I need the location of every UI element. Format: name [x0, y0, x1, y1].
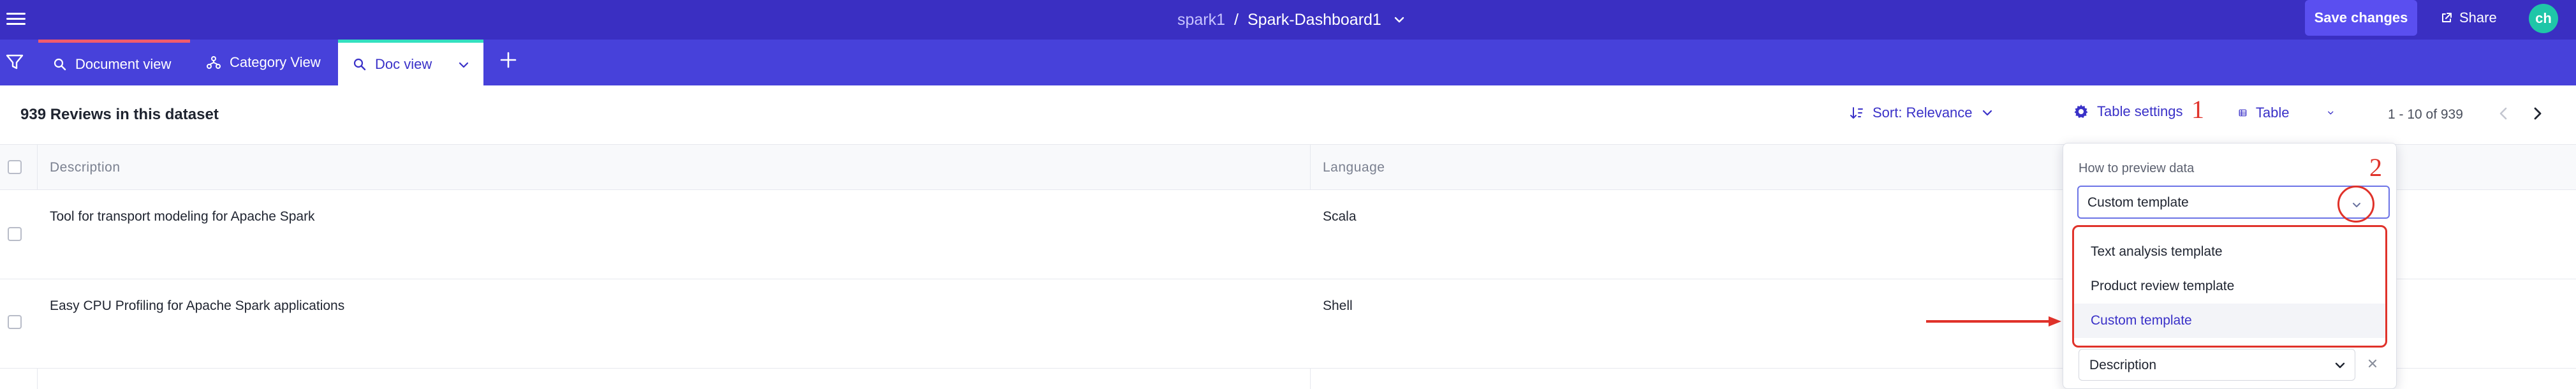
search-icon	[353, 58, 366, 70]
annotation-step-2: 2	[2369, 153, 2382, 182]
filter-icon[interactable]	[5, 52, 24, 71]
save-changes-button[interactable]: Save changes	[2305, 0, 2417, 36]
option-product-review-template[interactable]: Product review template	[2074, 269, 2385, 304]
chevron-down-icon[interactable]	[1393, 13, 1406, 26]
option-text-analysis-template[interactable]: Text analysis template	[2074, 235, 2385, 269]
view-mode-dropdown[interactable]: Table	[2239, 105, 2334, 121]
top-bar: spark1 / Spark-Dashboard1 Save changes S…	[0, 0, 2576, 40]
column-header-language[interactable]: Language	[1323, 160, 1385, 175]
pagination-status: 1 - 10 of 939	[2388, 107, 2463, 122]
tab-bar: Document view Category View Doc view	[0, 40, 2576, 85]
chevron-down-icon	[2335, 362, 2345, 369]
chevron-down-icon	[2328, 111, 2334, 115]
annotation-step-1: 1	[2191, 95, 2204, 124]
chevron-down-icon[interactable]	[458, 59, 469, 71]
cell-description: Easy CPU Profiling for Apache Spark appl…	[50, 298, 345, 313]
chevron-down-icon	[1982, 110, 1992, 116]
table-icon	[2239, 109, 2247, 117]
chevron-down-icon	[2353, 203, 2360, 207]
share-label: Share	[2459, 10, 2497, 26]
field-select-value: Description	[2089, 358, 2157, 372]
cell-language: Shell	[1323, 298, 1353, 313]
close-icon[interactable]	[2366, 356, 2380, 371]
gear-icon	[2074, 105, 2088, 118]
breadcrumb-separator: /	[1234, 10, 1239, 29]
select-all-checkbox[interactable]	[8, 160, 22, 174]
breadcrumb-project[interactable]: spark1	[1177, 11, 1225, 29]
option-custom-template[interactable]: Custom template	[2074, 304, 2385, 338]
hierarchy-icon	[207, 56, 221, 69]
tab-label: Category View	[230, 54, 321, 70]
menu-icon[interactable]	[6, 10, 26, 28]
share-icon	[2442, 13, 2452, 22]
breadcrumb-dashboard[interactable]: Spark-Dashboard1	[1248, 11, 1381, 29]
add-tab-button[interactable]	[497, 51, 519, 73]
sort-dropdown[interactable]: Sort: Relevance	[1850, 105, 1993, 121]
avatar[interactable]: ch	[2529, 4, 2558, 33]
cell-description: Tool for transport modeling for Apache S…	[50, 209, 315, 224]
tab-document-view[interactable]: Document view	[38, 40, 190, 85]
field-select[interactable]: Description	[2079, 349, 2355, 381]
search-icon	[54, 58, 66, 70]
preview-label: How to preview data	[2079, 161, 2195, 175]
tab-category-view[interactable]: Category View	[191, 40, 337, 85]
plus-icon	[500, 52, 517, 68]
table-settings-button[interactable]: Table settings	[2073, 103, 2183, 120]
template-select-toggle[interactable]	[2337, 186, 2374, 223]
annotation-arrow	[1926, 316, 2061, 327]
cell-language: Scala	[1323, 209, 1357, 224]
row-checkbox[interactable]	[8, 315, 22, 329]
sort-icon	[1850, 107, 1863, 119]
tab-doc-view[interactable]: Doc view	[338, 40, 483, 85]
table-settings-popover: How to preview data 2 Custom template Te…	[2063, 143, 2397, 389]
share-button[interactable]: Share	[2440, 6, 2497, 29]
row-checkbox[interactable]	[8, 227, 22, 241]
column-header-description[interactable]: Description	[50, 160, 121, 175]
reviews-count: 939 Reviews in this dataset	[20, 106, 219, 123]
template-options-menu: Text analysis template Product review te…	[2072, 225, 2387, 348]
breadcrumb: spark1 / Spark-Dashboard1	[1177, 8, 1406, 32]
chevron-right-icon[interactable]	[2528, 105, 2546, 122]
tab-label: Doc view	[375, 55, 432, 72]
sort-label: Sort: Relevance	[1873, 105, 1973, 121]
template-select-value: Custom template	[2087, 195, 2189, 210]
chevron-left-icon[interactable]	[2495, 105, 2513, 122]
tab-label: Document view	[75, 55, 172, 72]
view-mode-label: Table	[2255, 105, 2290, 121]
table-settings-label: Table settings	[2097, 103, 2183, 119]
